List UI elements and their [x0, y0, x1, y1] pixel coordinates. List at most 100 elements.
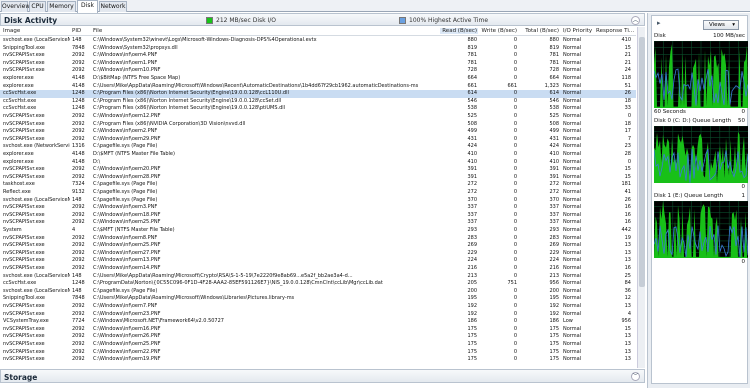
table-row[interactable]: ccSvcHst.exe 1248 C:\Program Files (x86)\N…	[0, 105, 636, 113]
table-row[interactable]: nvSCPAPISvr.exe 2092 C:\Windows\inf\oem19.…	[0, 356, 636, 364]
cell-read: 546	[467, 97, 477, 104]
table-row[interactable]: nvSCPAPISvr.exe 2092 C:\Windows\inf\oem13.…	[0, 257, 636, 265]
table-row[interactable]: nvSCPAPISvr.exe 2092 C:\Windows\inf\oem1.P…	[0, 60, 636, 68]
col-header-file[interactable]: File	[93, 28, 102, 34]
cell-response: 36	[624, 287, 631, 294]
col-header-read[interactable]: Read (B/sec)	[440, 28, 478, 34]
cell-read: 424	[467, 143, 477, 150]
cell-pid: 148	[72, 272, 82, 279]
cell-image: nvSCPAPISvr.exe	[3, 356, 45, 363]
table-row[interactable]: svchost.exe (LocalServiceNo...148 C:\page…	[0, 197, 636, 205]
table-row[interactable]: ccSvcHst.exe 1248 C:\Program Files (x86)\N…	[0, 90, 636, 98]
cell-response: 28	[624, 151, 631, 157]
cell-read: 272	[467, 181, 477, 188]
cell-response: 0	[627, 158, 631, 165]
cell-image: nvSCPAPISvr.exe	[3, 341, 45, 347]
disk-activity-title: Disk Activity	[4, 16, 58, 25]
cell-total: 195	[549, 295, 559, 302]
table-row[interactable]: explorer.exe 4148 D:\ 410 0 410 Normal 0	[0, 159, 636, 167]
table-row[interactable]: nvSCPAPISvr.exe 2092 C:\Windows\inf\oem14.…	[0, 265, 636, 273]
cell-pid: 2092	[72, 166, 85, 173]
table-row[interactable]: nvSCPAPISvr.exe 2092 C:\Windows\inf\oem20.…	[0, 166, 636, 174]
table-row[interactable]: svchost.exe (NetworkService) 1316 C:\pagef…	[0, 143, 636, 151]
cell-read: 175	[467, 333, 477, 340]
table-row[interactable]: nvSCPAPISvr.exe 2092 C:\Program Files (x86…	[0, 121, 636, 129]
table-row[interactable]: nvSCPAPISvr.exe 2092 C:\Windows\inf\oem27.…	[0, 250, 636, 258]
cell-response: 13	[624, 249, 631, 256]
cell-response: 118	[621, 75, 631, 81]
table-row[interactable]: nvSCPAPISvr.exe 2092 C:\Windows\inf\oem2.P…	[0, 128, 636, 136]
storage-header[interactable]: Storage ﹀	[0, 369, 645, 383]
cell-image: nvSCPAPISvr.exe	[3, 348, 45, 355]
tab-disk[interactable]: Disk	[77, 0, 98, 13]
table-row[interactable]: VCSystemTray.exe 7724 C:\Windows\Microsoft…	[0, 318, 636, 326]
cell-read: 192	[467, 310, 477, 317]
cell-write: 661	[507, 82, 517, 89]
expand-chevron-down-icon[interactable]: ﹀	[631, 372, 640, 381]
table-row[interactable]: nvSCPAPISvr.exe 2092 C:\Windows\inf\oem25.…	[0, 219, 636, 227]
table-row[interactable]: explorer.exe 4148 C:\Users\Mike\AppData\Ro…	[0, 83, 636, 91]
table-row[interactable]: nvSCPAPISvr.exe 2092 C:\Windows\inf\oem7.P…	[0, 303, 636, 311]
cell-read: 283	[467, 234, 477, 241]
scrollbar-thumb[interactable]	[639, 37, 645, 287]
table-row[interactable]: svchost.exe (LocalServiceNo...148 C:\User…	[0, 273, 636, 281]
table-row[interactable]: nvSCPAPISvr.exe 2092 C:\Windows\inf\oem12.…	[0, 113, 636, 121]
collapse-chevron-up-icon[interactable]: ︿	[631, 16, 640, 25]
table-row[interactable]: ccSvcHst.exe 1248 C:\ProgramData\Norton\{0…	[0, 280, 636, 288]
table-row[interactable]: svchost.exe (LocalServiceNo...148 C:\page…	[0, 288, 636, 296]
cell-write: 0	[513, 90, 517, 97]
table-row[interactable]: nvSCPAPISvr.exe 2092 C:\Windows\inf\oem10.…	[0, 67, 636, 75]
tab-cpu[interactable]: CPU	[29, 1, 46, 12]
cell-write: 0	[513, 287, 517, 294]
tab-overview[interactable]: Overview	[1, 1, 30, 12]
table-row[interactable]: nvSCPAPISvr.exe 2092 C:\Windows\inf\oem29.…	[0, 136, 636, 144]
col-header-total[interactable]: Total (B/sec)	[518, 28, 559, 34]
cell-priority: Normal	[563, 44, 582, 51]
table-row[interactable]: nvSCPAPISvr.exe 2092 C:\Windows\inf\oem23.…	[0, 311, 636, 319]
table-row[interactable]: ccSvcHst.exe 1248 C:\Program Files (x86)\N…	[0, 98, 636, 106]
table-row[interactable]: taskhost.exe 7324 C:\pagefile.sys (Page Fi…	[0, 181, 636, 189]
table-row[interactable]: svchost.exe (LocalServiceNo...148 C:\Wind…	[0, 37, 636, 45]
table-row[interactable]: nvSCPAPISvr.exe 2092 C:\Windows\inf\oem4.P…	[0, 52, 636, 60]
cell-response: 51	[624, 82, 631, 89]
disk-io-text: 212 MB/sec Disk I/O	[216, 17, 277, 24]
cell-image: SnippingTool.exe	[3, 44, 45, 51]
table-row[interactable]: SnippingTool.exe 7848 C:\Users\Mike\AppDat…	[0, 295, 636, 303]
cell-write: 0	[513, 325, 517, 332]
table-row[interactable]: nvSCPAPISvr.exe 2092 C:\Windows\inf\oem16.…	[0, 326, 636, 334]
table-row[interactable]: nvSCPAPISvr.exe 2092 C:\Windows\inf\oem25.…	[0, 242, 636, 250]
panel-collapse-icon[interactable]: ▸	[657, 19, 661, 27]
col-header-write[interactable]: Write (B/sec)	[479, 28, 517, 34]
table-row[interactable]: nvSCPAPISvr.exe 2092 C:\Windows\inf\oem26.…	[0, 333, 636, 341]
cell-write: 0	[513, 204, 517, 211]
cell-priority: Normal	[563, 287, 582, 294]
cell-priority: Normal	[563, 128, 582, 135]
cell-priority: Normal	[563, 135, 582, 142]
cell-total: 175	[549, 356, 559, 363]
cell-priority: Low	[563, 318, 573, 325]
col-header-response[interactable]: Response Ti...	[596, 28, 634, 34]
table-row[interactable]: nvSCPAPISvr.exe 2092 C:\Windows\inf\oem25.…	[0, 341, 636, 349]
cell-file: C:\Windows\inf\oem1.PNF	[93, 59, 158, 66]
table-row[interactable]: explorer.exe 4148 D:\$BitMap (NTFS Free Sp…	[0, 75, 636, 83]
cell-total: 538	[549, 105, 559, 112]
table-row[interactable]: SnippingTool.exe 7848 C:\Windows\System32\…	[0, 45, 636, 53]
table-row[interactable]: nvSCPAPISvr.exe 2092 C:\Windows\inf\oem18.…	[0, 212, 636, 220]
col-header-pid[interactable]: PID	[72, 28, 81, 34]
table-row[interactable]: nvSCPAPISvr.exe 2092 C:\Windows\inf\oem8.P…	[0, 235, 636, 243]
views-button[interactable]: Views ▾	[703, 20, 739, 30]
table-row[interactable]: Reflect.exe 9132 C:\pagefile.sys (Page Fil…	[0, 189, 636, 197]
table-row[interactable]: nvSCPAPISvr.exe 2092 C:\Windows\inf\oem28.…	[0, 174, 636, 182]
col-header-priority[interactable]: I/O Priority	[563, 28, 592, 34]
tab-network[interactable]: Network	[99, 1, 127, 12]
tab-memory[interactable]: Memory	[47, 1, 76, 12]
col-header-image[interactable]: Image	[3, 28, 20, 34]
table-row[interactable]: nvSCPAPISvr.exe 2092 C:\Windows\inf\oem22.…	[0, 349, 636, 357]
table-row[interactable]: System 4 C:\$MFT (NTFS Master File Table) 2…	[0, 227, 636, 235]
disk-activity-header[interactable]: Disk Activity 212 MB/sec Disk I/O 100% H…	[0, 13, 645, 26]
cell-file: C:\Users\Mike\AppData\Roaming\Microsoft\…	[93, 295, 295, 302]
disk1-queue-graph-svg	[654, 201, 748, 258]
table-row[interactable]: explorer.exe 4148 D:\$MFT (NTFS Master Fil…	[0, 151, 636, 159]
table-row[interactable]: nvSCPAPISvr.exe 2092 C:\Windows\inf\oem3.P…	[0, 204, 636, 212]
vertical-scrollbar[interactable]	[637, 27, 645, 368]
